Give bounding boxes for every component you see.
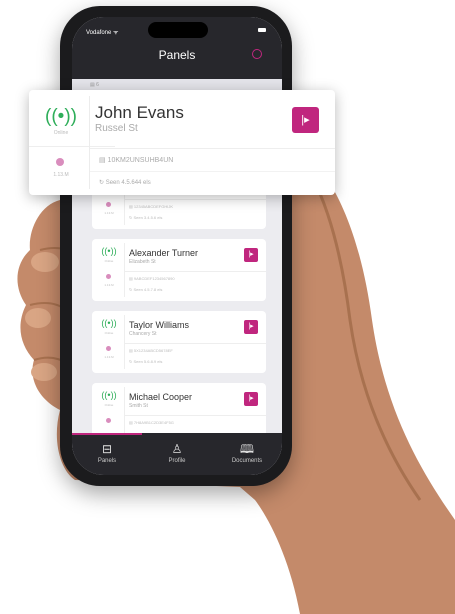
documents-icon: 🕮 <box>239 442 255 456</box>
time-label: 1.13.M <box>104 283 114 287</box>
divider <box>124 315 125 369</box>
panel-action-button[interactable]: |▸ <box>244 392 258 406</box>
panel-last-seen: ↻ Seen 4.5.7.8 els <box>129 287 163 292</box>
panel-name: Alexander Turner <box>129 248 199 258</box>
phone-screen: Vodafone ᯤ Panels ▤ 6 ((•)) Online 1.13.… <box>72 17 282 475</box>
signal-label: Online <box>53 130 69 136</box>
divider <box>90 148 335 149</box>
panel-street: Chancery St <box>129 331 157 337</box>
panel-name: Michael Cooper <box>129 392 193 402</box>
tab-label: Profile <box>168 458 186 464</box>
tab-label: Panels <box>97 458 117 464</box>
settings-icon[interactable] <box>252 49 262 59</box>
divider <box>125 271 266 272</box>
panel-serial: ▤ 10KM2UNSUHB4UN <box>99 157 174 164</box>
gear-icon <box>106 346 111 351</box>
divider <box>90 171 335 172</box>
panel-street: Smith St <box>129 403 148 409</box>
tab-profile[interactable]: ♙ Profile <box>142 442 212 464</box>
panels-icon: ⊟ <box>101 442 113 456</box>
gear-icon <box>106 418 111 423</box>
carrier-label: Vodafone ᯤ <box>86 30 119 36</box>
signal-icon: ((•)) <box>45 106 77 127</box>
active-tab-indicator <box>72 433 142 435</box>
signal-label: Online <box>104 259 114 263</box>
gear-icon <box>106 274 111 279</box>
divider <box>29 146 115 147</box>
tab-documents[interactable]: 🕮 Documents <box>212 442 282 464</box>
divider <box>125 415 266 416</box>
panel-card[interactable]: ((•)) Online 1.13.M Taylor Williams Chan… <box>92 311 266 373</box>
panel-last-seen: ↻ Seen 3.4.5.6 els <box>129 215 163 220</box>
time-label: 1.13.M <box>53 172 69 178</box>
app-header: Vodafone ᯤ Panels <box>72 17 282 79</box>
signal-icon: ((•)) <box>101 390 117 400</box>
panel-street: Elizabeth St <box>129 259 156 265</box>
tab-label: Documents <box>231 458 263 464</box>
time-label: 1.13.M <box>104 211 114 215</box>
gear-icon <box>56 158 64 166</box>
tab-panels[interactable]: ⊟ Panels <box>72 442 142 464</box>
dynamic-island <box>148 22 208 38</box>
tab-bar: ⊟ Panels ♙ Profile 🕮 Documents <box>72 433 282 475</box>
panel-name: Taylor Williams <box>129 320 190 330</box>
panel-name: John Evans <box>95 103 184 122</box>
panel-action-button[interactable]: |▸ <box>244 248 258 262</box>
divider <box>125 199 266 200</box>
panel-action-button[interactable]: |▸ <box>244 320 258 334</box>
divider <box>125 343 266 344</box>
page-title: Panels <box>158 48 196 62</box>
divider <box>89 96 90 189</box>
panel-last-seen: ↻ Seen 4.5.644 els <box>99 180 151 186</box>
divider <box>124 243 125 297</box>
panel-serial: ▤ 7H8A9B1C2D3E4F5G <box>129 420 174 425</box>
signal-icon: ((•)) <box>101 246 117 256</box>
panel-street: Russel St <box>95 123 138 134</box>
panel-card[interactable]: ((•)) Online 1.13.M Alexander Turner Eli… <box>92 239 266 301</box>
signal-icon: ((•)) <box>101 318 117 328</box>
signal-label: Online <box>104 331 114 335</box>
panel-last-seen: ↻ Seen 5.6.8.9 els <box>129 359 163 364</box>
panel-serial: ▤ 5X1234ABCD5678EF <box>129 348 173 353</box>
panel-serial: ▤ 9ABCDEF1234567890 <box>129 276 175 281</box>
featured-panel-card[interactable]: ((•)) Online 1.13.M John Evans Russel St… <box>29 90 335 195</box>
signal-label: Online <box>104 403 114 407</box>
panel-serial: ▤ 12345ABCDEFGHIJK <box>129 204 174 209</box>
panel-action-button[interactable]: |▸ <box>292 107 319 133</box>
profile-icon: ♙ <box>171 442 183 456</box>
battery-icon <box>258 28 266 32</box>
gear-icon <box>106 202 111 207</box>
time-label: 1.13.M <box>104 355 114 359</box>
